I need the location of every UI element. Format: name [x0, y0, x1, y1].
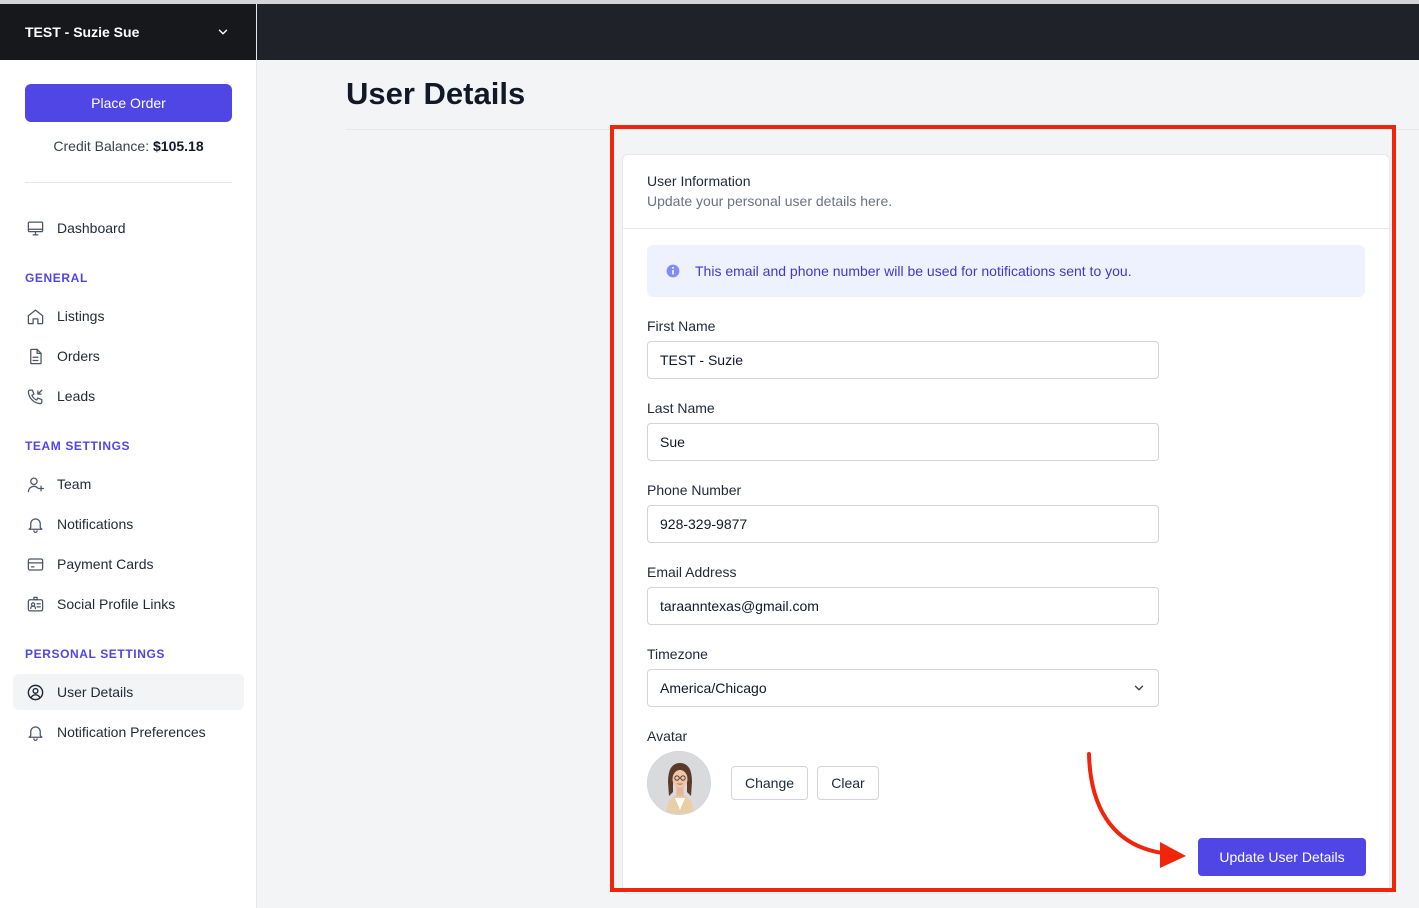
last-name-field[interactable] [647, 423, 1159, 461]
sidebar-item-label: Team [57, 476, 92, 492]
sidebar-item-dashboard[interactable]: Dashboard [13, 210, 244, 246]
sidebar-item-label: Social Profile Links [57, 596, 176, 612]
monitor-icon [25, 218, 45, 238]
section-title-personal-settings: PERSONAL SETTINGS [25, 647, 165, 661]
avatar [647, 751, 711, 815]
sidebar-item-notification-preferences[interactable]: Notification Preferences [13, 714, 244, 750]
phone-number-field[interactable] [647, 505, 1159, 543]
sidebar-item-label: Leads [57, 388, 96, 404]
sidebar-item-social-profile-links[interactable]: Social Profile Links [13, 586, 244, 622]
sidebar-item-label: Payment Cards [57, 556, 154, 572]
chevron-down-icon [1132, 681, 1146, 695]
home-icon [25, 306, 45, 326]
change-avatar-button[interactable]: Change [731, 766, 808, 800]
org-name: TEST - Suzie Sue [25, 24, 140, 40]
sidebar-item-orders[interactable]: Orders [13, 338, 244, 374]
user-information-card: User Information Update your personal us… [622, 154, 1390, 894]
sidebar-item-label: Dashboard [57, 220, 126, 236]
user-plus-icon [25, 474, 45, 494]
first-name-label: First Name [647, 318, 716, 334]
sidebar-item-label: Notification Preferences [57, 724, 206, 740]
sidebar-item-label: Listings [57, 308, 105, 324]
email-field[interactable] [647, 587, 1159, 625]
bell-icon [25, 514, 45, 534]
place-order-button[interactable]: Place Order [25, 84, 232, 122]
title-divider [346, 129, 1419, 130]
sidebar-item-label: Notifications [57, 516, 134, 532]
card-title: User Information [647, 173, 751, 189]
sidebar-item-notifications[interactable]: Notifications [13, 506, 244, 542]
timezone-label: Timezone [647, 646, 708, 662]
page-title: User Details [346, 76, 526, 111]
credit-balance-label: Credit Balance: [53, 138, 153, 154]
info-icon [665, 263, 681, 279]
org-switcher[interactable]: TEST - Suzie Sue [0, 4, 256, 60]
bell-icon [25, 722, 45, 742]
clear-avatar-button[interactable]: Clear [817, 766, 879, 800]
timezone-select[interactable]: America/Chicago [647, 669, 1159, 707]
top-bar [257, 4, 1419, 60]
phone-incoming-icon [25, 386, 45, 406]
first-name-field[interactable] [647, 341, 1159, 379]
section-title-team-settings: TEAM SETTINGS [25, 439, 131, 453]
sidebar-item-listings[interactable]: Listings [13, 298, 244, 334]
update-user-details-button[interactable]: Update User Details [1198, 838, 1366, 876]
section-title-general: GENERAL [25, 271, 88, 285]
id-card-icon [25, 594, 45, 614]
phone-number-label: Phone Number [647, 482, 742, 498]
sidebar-item-label: User Details [57, 684, 134, 700]
sidebar-item-team[interactable]: Team [13, 466, 244, 502]
info-banner-text: This email and phone number will be used… [695, 263, 1132, 279]
user-circle-icon [25, 682, 45, 702]
sidebar-item-leads[interactable]: Leads [13, 378, 244, 414]
credit-balance-value: $105.18 [153, 138, 204, 154]
avatar-label: Avatar [647, 728, 688, 744]
last-name-label: Last Name [647, 400, 715, 416]
sidebar-divider [25, 182, 232, 183]
sidebar-item-user-details[interactable]: User Details [13, 674, 244, 710]
email-address-label: Email Address [647, 564, 737, 580]
document-icon [25, 346, 45, 366]
chevron-down-icon [216, 25, 230, 39]
sidebar-item-label: Orders [57, 348, 100, 364]
card-header: User Information Update your personal us… [623, 155, 1389, 229]
sidebar: TEST - Suzie Sue Place Order Credit Bala… [0, 4, 257, 908]
credit-balance: Credit Balance: $105.18 [0, 138, 257, 154]
credit-card-icon [25, 554, 45, 574]
info-banner: This email and phone number will be used… [647, 245, 1365, 297]
sidebar-item-payment-cards[interactable]: Payment Cards [13, 546, 244, 582]
timezone-value: America/Chicago [660, 680, 767, 696]
card-subtitle: Update your personal user details here. [647, 193, 893, 209]
